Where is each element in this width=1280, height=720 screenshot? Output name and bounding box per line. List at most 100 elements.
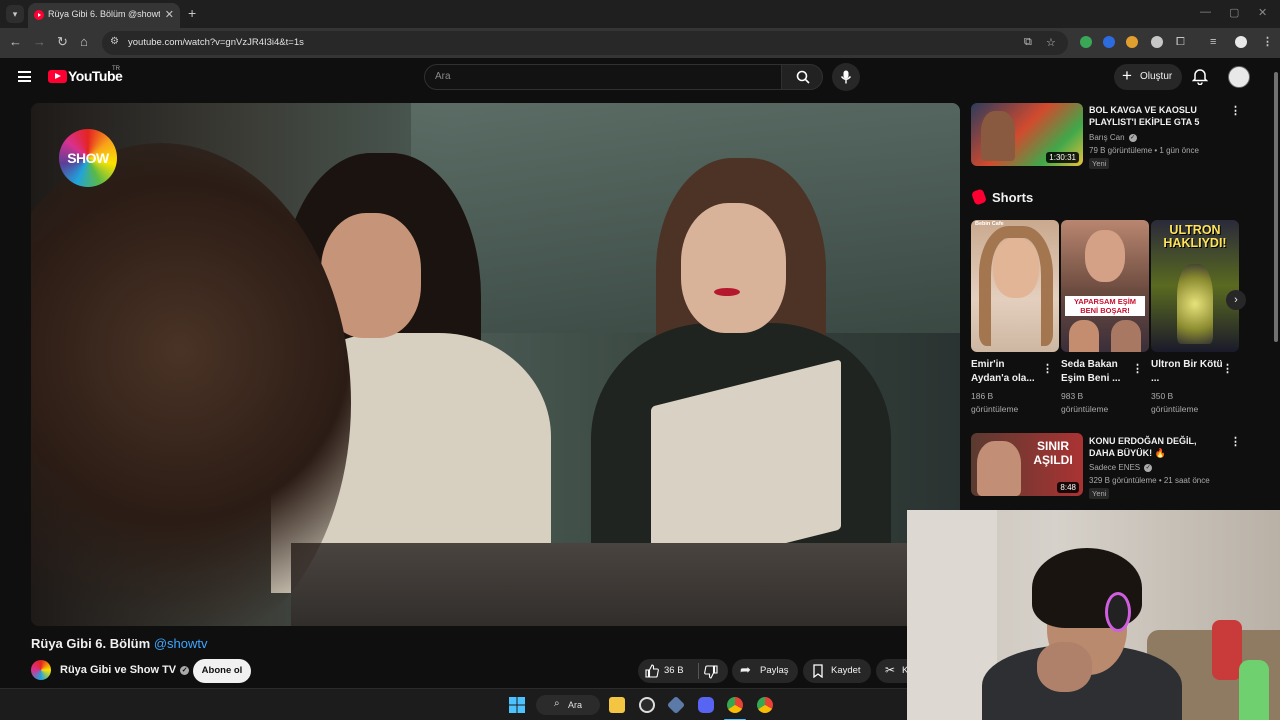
short-figure: [1177, 264, 1213, 344]
taskbar-search[interactable]: ⌕ Ara: [536, 695, 600, 715]
video-menu-kebab-icon[interactable]: ⋮: [1230, 104, 1241, 117]
shorts-logo-icon: [970, 188, 988, 206]
youtube-favicon-icon: [34, 10, 44, 20]
steam-icon[interactable]: [639, 697, 655, 713]
video-frame-table: [291, 543, 960, 626]
recommended-video-thumbnail[interactable]: SINIR AŞILDI 8:48: [971, 433, 1083, 496]
create-button[interactable]: + Oluştur: [1114, 64, 1182, 90]
short-menu-kebab-icon[interactable]: ⋮: [1132, 362, 1143, 375]
short-title[interactable]: Seda Bakan Eşim Beni ...: [1061, 358, 1133, 386]
new-badge: Yeni: [1089, 488, 1110, 499]
notifications-bell-icon[interactable]: [1192, 67, 1208, 85]
new-badge: Yeni: [1089, 158, 1110, 169]
extension-puzzle-icon[interactable]: [1126, 36, 1138, 48]
chrome-profile-icon[interactable]: [757, 697, 773, 713]
guide-menu-icon[interactable]: [18, 71, 31, 82]
browser-menu-icon[interactable]: ⋮: [1262, 35, 1273, 48]
recommended-video-channel[interactable]: Barış Can ✓: [1089, 132, 1137, 143]
short-menu-kebab-icon[interactable]: ⋮: [1042, 362, 1053, 375]
bookmark-star-icon[interactable]: ☆: [1046, 36, 1056, 49]
webcam-overlay: [907, 510, 1280, 720]
thumbnail-text: SINIR AŞILDI: [1033, 439, 1073, 467]
recommended-video-channel[interactable]: Sadece ENES ✓: [1089, 462, 1153, 473]
recommended-video-title[interactable]: KONU ERDOĞAN DEĞİL, DAHA BÜYÜK! 🔥: [1089, 435, 1224, 459]
extension-circle-icon[interactable]: [1151, 36, 1163, 48]
short-menu-kebab-icon[interactable]: ⋮: [1222, 362, 1233, 375]
address-bar[interactable]: ⚙ youtube.com/watch?v=gnVzJR4I3i4&t=1s ⧉…: [102, 31, 1068, 55]
tab-search-button[interactable]: ▾: [6, 5, 24, 23]
shorts-next-chevron-icon[interactable]: ›: [1226, 290, 1246, 310]
home-button[interactable]: ⌂: [80, 34, 88, 50]
like-count[interactable]: 36 B: [664, 665, 684, 676]
shorts-heading: Shorts: [992, 190, 1034, 205]
short-title[interactable]: Ultron Bir Kötü ...: [1151, 358, 1223, 386]
account-avatar[interactable]: [1228, 66, 1250, 88]
channel-name-text: Rüya Gibi ve Show TV: [60, 664, 177, 676]
verified-check-icon: ✓: [1144, 464, 1153, 472]
channel-name-text: Barış Can: [1089, 133, 1125, 142]
profile-avatar-icon[interactable]: [1235, 36, 1247, 48]
clip-button[interactable]: ✂ K: [876, 659, 908, 683]
install-app-icon[interactable]: ⧉: [1024, 36, 1032, 49]
discord-icon[interactable]: [698, 697, 714, 713]
webcam-backpack: [1212, 620, 1242, 680]
minimize-window-button[interactable]: —: [1200, 6, 1211, 18]
video-menu-kebab-icon[interactable]: ⋮: [1230, 435, 1241, 448]
extensions-menu-icon[interactable]: ⧠: [1176, 36, 1185, 49]
thumbs-up-icon[interactable]: [645, 664, 659, 678]
share-button[interactable]: ➦ Paylaş: [732, 659, 798, 683]
windows-start-icon[interactable]: [509, 697, 525, 713]
tab-close-icon[interactable]: ✕: [165, 8, 174, 21]
site-info-icon[interactable]: ⚙: [110, 36, 119, 47]
thumbs-down-icon[interactable]: [704, 665, 718, 679]
youtube-logo-icon[interactable]: [48, 70, 67, 83]
search-input[interactable]: Ara: [424, 64, 782, 90]
browser-tab-strip: ▾ Rüya Gibi 6. Bölüm @showtv - YouTube ✕…: [0, 0, 1280, 28]
save-button[interactable]: Kaydet: [803, 659, 871, 683]
extension-translate-icon[interactable]: [1103, 36, 1115, 48]
reload-button[interactable]: ↻: [57, 34, 68, 50]
video-player[interactable]: SHOW: [31, 103, 960, 626]
extension-shield-icon[interactable]: [1080, 36, 1092, 48]
file-explorer-icon[interactable]: [609, 697, 625, 713]
back-button[interactable]: ←: [9, 34, 22, 50]
media-controls-icon[interactable]: ≡: [1210, 36, 1216, 48]
webcam-bottle: [1239, 660, 1269, 720]
short-person: [1069, 320, 1099, 352]
maximize-window-button[interactable]: ▢: [1229, 6, 1239, 19]
browser-tab-active[interactable]: Rüya Gibi 6. Bölüm @showtv - YouTube ✕: [28, 3, 180, 28]
voice-search-button[interactable]: [832, 63, 860, 91]
short-thumb-label: Bebin Cafe: [975, 221, 1004, 227]
short-view-count: 350 B görüntüleme: [1151, 391, 1199, 414]
url-text: youtube.com/watch?v=gnVzJR4I3i4&t=1s: [128, 37, 304, 48]
recommended-video-title[interactable]: BOL KAVGA VE KAOSLU PLAYLIST'I EKİPLE GT…: [1089, 104, 1219, 128]
search-button[interactable]: [781, 64, 823, 90]
short-thumbnail[interactable]: Bebin Cafe: [971, 220, 1059, 352]
app-diamond-icon[interactable]: [666, 695, 686, 715]
create-label: Oluştur: [1140, 71, 1173, 82]
like-dislike-group: 36 B: [638, 659, 728, 683]
short-title[interactable]: Emir'in Aydan'a ola...: [971, 358, 1043, 386]
scrollbar-thumb[interactable]: [1274, 72, 1278, 342]
recommended-video-thumbnail[interactable]: 1:30:31: [971, 103, 1083, 166]
video-duration: 8:48: [1057, 482, 1079, 493]
short-thumbnail[interactable]: ULTRON HAKLIYDI!: [1151, 220, 1239, 352]
channel-avatar[interactable]: [31, 660, 51, 680]
subscribe-button[interactable]: Abone ol: [193, 659, 251, 683]
channel-name[interactable]: Rüya Gibi ve Show TV ✓: [60, 664, 190, 676]
bookmark-icon: [813, 664, 823, 678]
recommended-video-stats: 79 B görüntüleme • 1 gün önce: [1089, 146, 1199, 155]
channel-handle-link[interactable]: @showtv: [154, 636, 208, 651]
share-arrow-icon: ➦: [740, 662, 751, 677]
close-window-button[interactable]: ✕: [1258, 6, 1267, 19]
save-label: Kaydet: [831, 665, 861, 676]
new-tab-button[interactable]: +: [188, 5, 196, 21]
upload-age: 1 gün önce: [1159, 146, 1199, 155]
short-hair: [979, 226, 1053, 346]
forward-button[interactable]: →: [33, 34, 46, 50]
video-frame-person-right-lips: [714, 288, 740, 296]
short-thumbnail[interactable]: YAPARSAM EŞİM BENİ BOŞAR!: [1061, 220, 1149, 352]
recommended-video-stats: 329 B görüntüleme • 21 saat önce: [1089, 476, 1210, 485]
video-title: Rüya Gibi 6. Bölüm @showtv: [31, 636, 207, 651]
chrome-icon[interactable]: [727, 697, 743, 713]
